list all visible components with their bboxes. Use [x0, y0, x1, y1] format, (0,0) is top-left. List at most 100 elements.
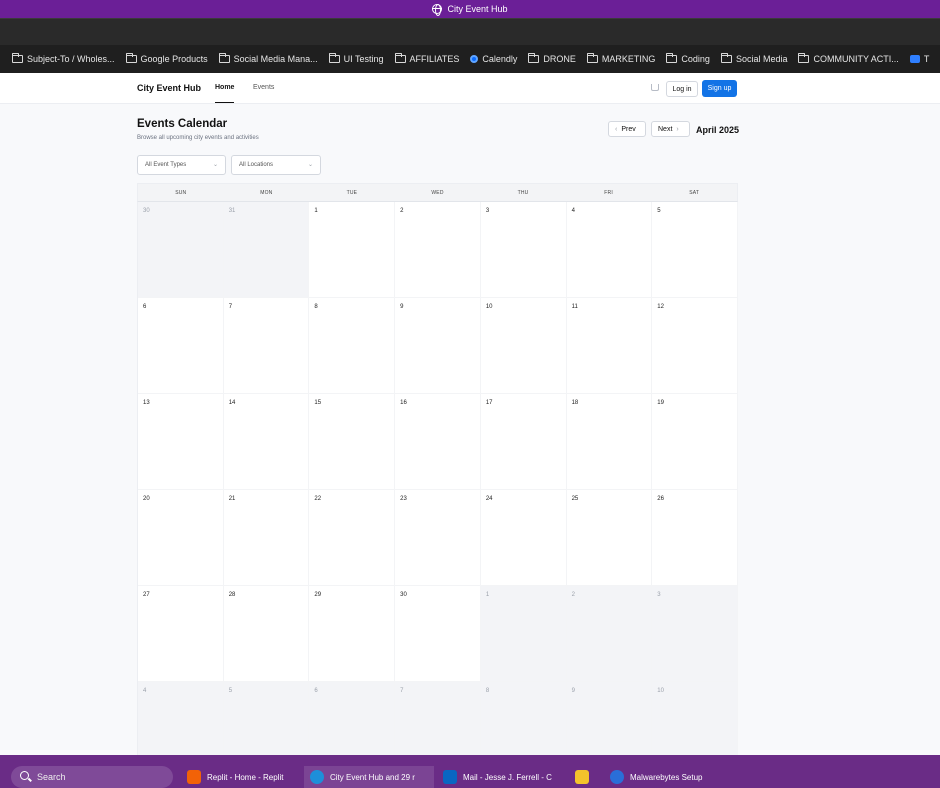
calendar-day-cell[interactable]: 15 — [309, 394, 396, 490]
prev-month-button[interactable]: ‹ Prev — [608, 121, 646, 137]
chevron-right-icon: › — [676, 125, 679, 133]
calendar-day-cell[interactable]: 3 — [652, 586, 738, 682]
calendar-day-cell[interactable]: 19 — [652, 394, 738, 490]
next-month-button[interactable]: Next › — [651, 121, 690, 137]
calendar-day-cell[interactable]: 11 — [566, 298, 653, 394]
calendar-day-cell[interactable]: 25 — [566, 490, 653, 586]
file-explorer-icon — [575, 770, 589, 784]
taskbar-search[interactable]: Search — [11, 766, 173, 788]
calendar-day-cell[interactable]: 9 — [395, 298, 481, 394]
brand-logo[interactable]: City Event Hub — [137, 83, 201, 93]
calendar-day-cell[interactable]: 30 — [395, 586, 481, 682]
calendar-day-cell[interactable]: 9 — [566, 682, 653, 755]
calendar-day-cell[interactable]: 2 — [395, 202, 481, 298]
bookmark-item[interactable]: Subject-To / Wholes... — [12, 53, 115, 64]
bookmark-item[interactable]: MARKETING — [586, 53, 655, 64]
calendar-day-cell[interactable]: 5 — [223, 682, 310, 755]
day-number: 2 — [400, 208, 404, 214]
nav-link-home[interactable]: Home — [215, 84, 235, 103]
calendar-day-cell[interactable]: 29 — [309, 586, 396, 682]
weekday-label: TUE — [346, 189, 358, 196]
day-number: 14 — [228, 400, 236, 406]
bookmark-item[interactable]: Google Products — [125, 53, 208, 64]
bookmark-item[interactable]: AFFILIATES — [394, 53, 459, 64]
calendar-day-cell[interactable]: 6 — [138, 298, 224, 394]
cart-icon[interactable] — [651, 84, 659, 91]
signup-button[interactable]: Sign up — [702, 80, 737, 97]
taskbar-app[interactable]: City Event Hub and 29 r — [304, 766, 434, 788]
calendar-day-cell[interactable]: 8 — [480, 682, 567, 755]
day-number: 10 — [657, 688, 664, 694]
day-number: 23 — [400, 496, 407, 502]
calendar-day-cell[interactable]: 8 — [309, 298, 396, 394]
taskbar-app-label: Mail - Jesse J. Ferrell - C — [463, 772, 552, 782]
calendar-day-cell[interactable]: 16 — [395, 394, 481, 490]
calendar-day-cell[interactable]: 2 — [566, 586, 653, 682]
calendar-day-cell[interactable]: 5 — [652, 202, 738, 298]
day-number: 11 — [571, 304, 578, 310]
day-number: 20 — [143, 496, 150, 502]
calendar-day-cell[interactable]: 4 — [138, 682, 224, 755]
day-number: 18 — [571, 400, 579, 406]
web-page: City Event Hub Home Events Log in Sign u… — [0, 73, 940, 755]
taskbar-app[interactable]: Replit - Home - Replit — [181, 766, 299, 788]
nav-link-events[interactable]: Events — [253, 84, 274, 91]
calendar: SUN MON TUE WED THU FRI SAT 30 31 1 2 3 4 5 6 7 8 9 10 11 1… — [137, 183, 738, 755]
calendar-day-cell[interactable]: 30 — [138, 202, 224, 298]
day-number: 15 — [314, 400, 322, 406]
calendar-day-cell[interactable]: 26 — [652, 490, 738, 586]
calendar-day-cell[interactable]: 28 — [223, 586, 310, 682]
calendar-day-cell[interactable]: 7 — [223, 298, 310, 394]
bookmark-item[interactable]: UI Testing — [328, 53, 384, 64]
calendar-day-cell[interactable]: 1 — [480, 586, 567, 682]
current-month: April 2025 — [696, 125, 740, 135]
bookmark-item[interactable]: Calendly — [470, 54, 517, 64]
bookmark-item[interactable]: T — [909, 54, 930, 64]
day-number: 27 — [143, 592, 150, 598]
taskbar: Search Replit - Home - Replit City Event … — [0, 755, 940, 788]
calendar-day-cell[interactable]: 1 — [309, 202, 396, 298]
edge-icon — [310, 770, 324, 784]
calendar-day-cell[interactable]: 3 — [480, 202, 567, 298]
calendar-day-cell[interactable]: 18 — [566, 394, 653, 490]
taskbar-app[interactable] — [569, 766, 603, 788]
bookmark-item[interactable]: DRONE — [528, 53, 576, 64]
login-button[interactable]: Log in — [666, 81, 698, 97]
calendar-day-cell[interactable]: 21 — [223, 490, 310, 586]
day-number: 4 — [571, 208, 575, 214]
taskbar-app[interactable]: Malwarebytes Setup — [604, 766, 722, 788]
taskbar-app[interactable]: Mail - Jesse J. Ferrell - C — [437, 766, 569, 788]
calendar-day-cell[interactable]: 10 — [652, 682, 738, 755]
calendar-day-cell[interactable]: 24 — [480, 490, 567, 586]
calendar-day-cell[interactable]: 20 — [138, 490, 224, 586]
bookmark-item[interactable]: Social Media Mana... — [218, 53, 318, 64]
page-subtitle: Browse all upcoming city events and acti… — [137, 135, 259, 141]
location-select[interactable]: All Locations ⌄ — [231, 155, 321, 175]
calendar-day-cell[interactable]: 13 — [138, 394, 224, 490]
bookmark-item[interactable]: COMMUNITY ACTI... — [798, 53, 899, 64]
calendar-day-cell[interactable]: 7 — [395, 682, 481, 755]
event-type-select[interactable]: All Event Types ⌄ — [137, 155, 226, 175]
bookmark-item[interactable]: Social Media — [720, 53, 787, 64]
calendar-day-cell[interactable]: 27 — [138, 586, 224, 682]
top-nav: City Event Hub Home Events Log in Sign u… — [0, 73, 940, 104]
calendar-day-cell[interactable]: 17 — [480, 394, 567, 490]
folder-icon — [720, 53, 732, 63]
calendar-day-cell[interactable]: 4 — [566, 202, 653, 298]
calendar-day-cell[interactable]: 6 — [309, 682, 396, 755]
chevron-down-icon: ⌄ — [307, 162, 313, 168]
search-label: Search — [37, 772, 66, 782]
calendar-day-cell[interactable]: 31 — [223, 202, 310, 298]
globe-icon — [432, 4, 443, 16]
event-type-value: All Event Types — [145, 162, 187, 168]
calendar-day-cell[interactable]: 10 — [480, 298, 567, 394]
bookmark-label: COMMUNITY ACTI... — [813, 54, 899, 64]
bookmark-item[interactable]: Coding — [666, 53, 710, 64]
location-value: All Locations — [239, 162, 274, 168]
calendar-day-cell[interactable]: 23 — [395, 490, 481, 586]
bookmark-label: T — [923, 54, 930, 64]
folder-icon — [218, 53, 230, 63]
calendar-day-cell[interactable]: 12 — [652, 298, 738, 394]
calendar-day-cell[interactable]: 14 — [223, 394, 310, 490]
calendar-day-cell[interactable]: 22 — [309, 490, 396, 586]
